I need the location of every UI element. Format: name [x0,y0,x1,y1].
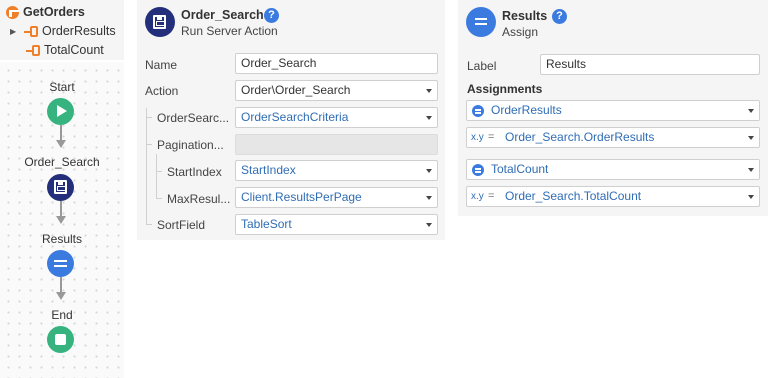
equals-sign: = [488,131,495,143]
flow-node-label-start: Start [49,80,75,94]
chevron-down-icon[interactable] [748,136,754,140]
tree-root-label: GetOrders [23,5,85,19]
indent-guide [156,198,162,199]
assignment-variable: OrderResults [491,103,562,117]
assignment-value-select[interactable]: x.y = Order_Search.TotalCount [466,186,760,207]
expression-icon: x.y [471,191,484,202]
pagination-param-label: Pagination... [157,138,224,152]
name-value: Order_Search [241,56,317,70]
equals-sign: = [488,190,495,202]
flow-connector [60,125,62,141]
panel-title: Order_Search [181,8,264,22]
flow-arrow-icon [56,292,66,300]
assignment-value-select[interactable]: x.y = Order_Search.OrderResults [466,127,760,148]
indent-guide [146,144,152,145]
action-label: Action [145,84,179,98]
end-node-icon[interactable] [47,326,74,353]
expand-caret-icon[interactable]: ▶ [10,27,20,36]
client-action-icon [6,5,19,19]
chevron-down-icon[interactable] [426,223,432,227]
assignment-value: Order_Search.OrderResults [505,130,655,144]
panel-subtitle: Run Server Action [181,24,278,38]
assignments-heading: Assignments [467,82,543,96]
help-icon[interactable]: ? [264,8,279,23]
maxresults-param-value: Client.ResultsPerPage [241,190,362,204]
label-caption: Label [467,59,497,73]
panel-subtitle: Assign [502,25,539,39]
tree-child-label: OrderResults [42,24,116,38]
local-variable-icon [26,44,40,57]
chevron-down-icon[interactable] [748,168,754,172]
chevron-down-icon[interactable] [426,116,432,120]
help-icon[interactable]: ? [552,9,567,24]
ordersearch-param-label: OrderSearc... [157,111,230,125]
start-node-icon[interactable] [47,98,74,125]
maxresults-param-select[interactable]: Client.ResultsPerPage [235,187,438,208]
assignment-variable: TotalCount [491,162,549,176]
server-action-node-icon[interactable] [47,174,74,201]
local-variable-icon [24,25,38,38]
startindex-param-select[interactable]: StartIndex [235,160,438,181]
indent-guide [146,224,152,225]
name-input[interactable]: Order_Search [235,53,438,74]
sortfield-param-label: SortField [157,218,206,232]
tree-child-label: TotalCount [44,43,104,57]
variable-assign-icon [472,164,484,176]
ordersearch-param-select[interactable]: OrderSearchCriteria [235,107,438,128]
flow-node-label-end: End [51,308,73,322]
assignment-variable-select[interactable]: TotalCount [466,159,760,180]
flow-connector [60,277,62,293]
action-value: Order\Order_Search [241,83,351,97]
indent-guide [146,108,147,224]
flow-node-label-results: Results [41,232,82,246]
sortfield-param-value: TableSort [241,217,292,231]
indent-guide [156,154,157,198]
variable-assign-icon [472,105,484,117]
name-label: Name [145,58,178,72]
pagination-param-field [235,134,438,155]
ordersearch-param-value: OrderSearchCriteria [241,110,349,124]
action-tree: GetOrders ▶ OrderResults TotalCount [0,0,124,60]
startindex-param-label: StartIndex [167,165,222,179]
tree-item-getorders[interactable]: GetOrders [6,5,85,19]
chevron-down-icon[interactable] [426,89,432,93]
flow-arrow-icon [56,140,66,148]
assign-node-icon[interactable] [47,250,74,277]
server-action-icon [145,7,175,37]
chevron-down-icon[interactable] [426,196,432,200]
tree-item-orderresults[interactable]: ▶ OrderResults [10,24,116,38]
tree-item-totalcount[interactable]: TotalCount [26,43,104,57]
label-value: Results [546,57,587,71]
assignment-variable-select[interactable]: OrderResults [466,100,760,121]
label-input[interactable]: Results [540,54,760,75]
assign-icon [466,7,496,37]
flow-canvas[interactable]: Start Order_Search Results End [0,62,124,378]
assignment-value: Order_Search.TotalCount [505,189,642,203]
flow-node-label-order-search: Order_Search [24,155,100,169]
panel-title: Results [502,9,548,23]
maxresults-param-label: MaxResul... [167,192,231,206]
chevron-down-icon[interactable] [426,169,432,173]
sortfield-param-select[interactable]: TableSort [235,214,438,235]
chevron-down-icon[interactable] [748,109,754,113]
action-select[interactable]: Order\Order_Search [235,80,438,101]
flow-connector [60,201,62,217]
startindex-param-value: StartIndex [241,163,296,177]
chevron-down-icon[interactable] [748,195,754,199]
expression-icon: x.y [471,132,484,143]
indent-guide [146,117,152,118]
indent-guide [156,171,162,172]
flow-arrow-icon [56,216,66,224]
